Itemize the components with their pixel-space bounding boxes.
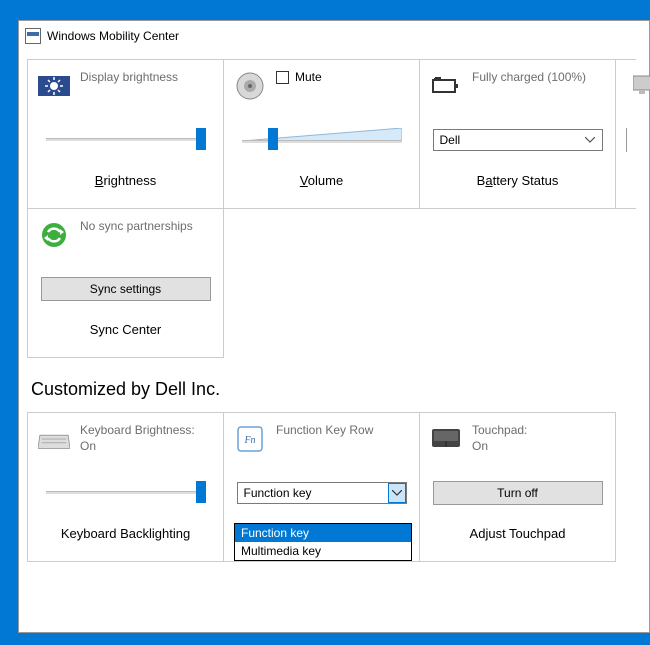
app-icon [25,28,41,44]
speaker-icon [234,70,266,102]
touchpad-turnoff-button[interactable]: Turn off [433,481,603,505]
volume-slider[interactable] [242,128,402,152]
touchpad-label: Touchpad: On [472,423,527,454]
kb-backlight-footer: Keyboard Backlighting [38,513,213,553]
battery-icon [430,70,462,102]
monitor-icon [626,70,650,102]
tile-brightness: Display brightness Brightness [27,59,224,209]
mute-checkbox[interactable]: Mute [276,70,322,84]
volume-footer: Volume [234,160,409,200]
fnkey-label: Function Key Row [276,423,373,439]
power-plan-value: Dell [440,133,461,147]
tiles-row-2: No sync partnerships Sync settings Sync … [27,208,641,357]
button-cutoff[interactable] [626,128,627,152]
tile-battery: Fully charged (100%) Dell Battery Status [419,59,616,209]
fnkey-combo[interactable]: Function key [237,482,407,504]
brightness-footer: Brightness [38,160,213,200]
titlebar[interactable]: Windows Mobility Center [19,21,649,51]
tile-volume: Mute Volume [223,59,420,209]
touchpad-footer: Adjust Touchpad [430,513,605,553]
brightness-icon [38,70,70,102]
battery-footer: Battery Status [430,160,605,200]
fnkey-dropdown-list[interactable]: Function key Multimedia key [234,523,412,561]
touchpad-icon [430,423,462,455]
power-plan-combo[interactable]: Dell [433,129,603,151]
sync-settings-button[interactable]: Sync settings [41,277,211,301]
fnkey-option-function[interactable]: Function key [235,524,411,542]
tile-sync: No sync partnerships Sync settings Sync … [27,208,224,358]
svg-text:Fn: Fn [243,435,255,446]
sync-icon [38,219,70,251]
tile-kb-backlight: Keyboard Brightness: On Keyboard Backlig… [27,412,224,562]
tiles-row-3: Keyboard Brightness: On Keyboard Backlig… [27,412,641,561]
fn-key-icon: Fn [234,423,266,455]
fnkey-option-multimedia[interactable]: Multimedia key [235,542,411,560]
vendor-section-title: Customized by Dell Inc. [31,379,641,400]
fnkey-combo-value: Function key [244,486,312,500]
brightness-label: Display brightness [80,70,178,86]
tiles-row-1: Display brightness Brightness [27,59,641,208]
content-area: Display brightness Brightness [19,51,649,561]
chevron-down-icon [582,132,598,148]
chevron-down-icon [389,485,405,501]
battery-label: Fully charged (100%) [472,70,586,86]
kb-backlight-slider[interactable] [46,481,206,505]
keyboard-icon [38,423,70,455]
tile-touchpad: Touchpad: On Turn off Adjust Touchpad [419,412,616,562]
window-title: Windows Mobility Center [47,29,179,43]
mobility-center-window: Windows Mobility Center [18,20,650,633]
kb-backlight-label: Keyboard Brightness: On [80,423,195,454]
brightness-slider[interactable] [46,128,206,152]
tile-cutoff-1 [615,59,636,209]
sync-label: No sync partnerships [80,219,193,235]
sync-footer: Sync Center [38,309,213,349]
